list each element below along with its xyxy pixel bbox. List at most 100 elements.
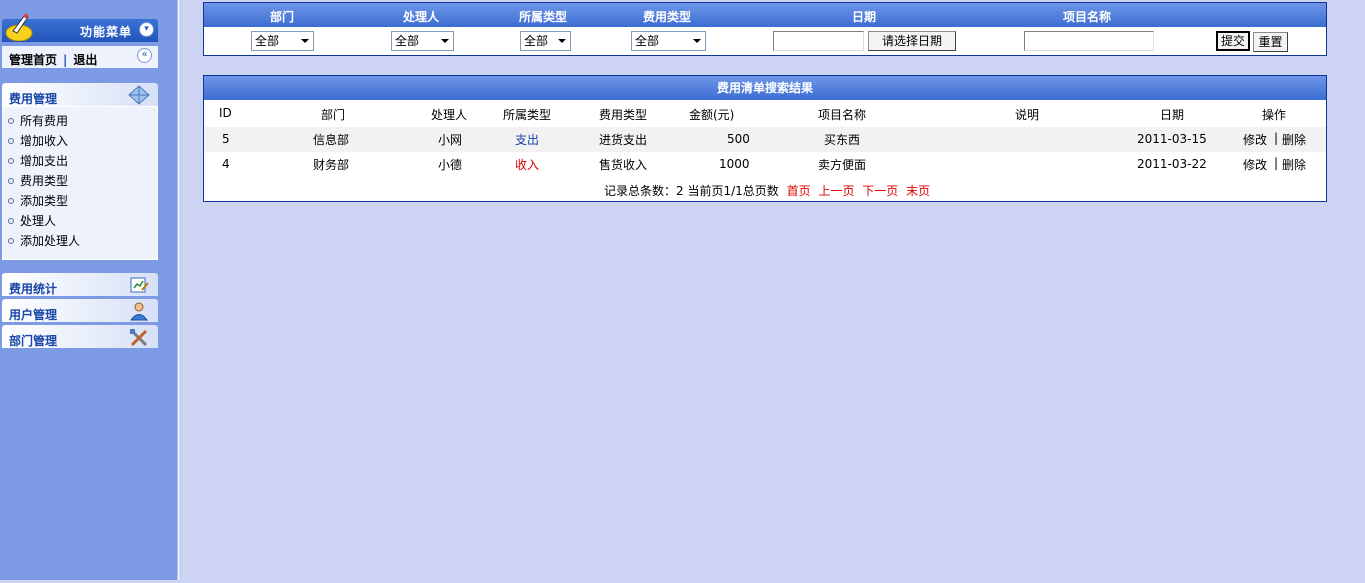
sidebar-item-label: 添加处理人 — [20, 234, 81, 248]
col-header-id: ID — [219, 106, 232, 120]
sidebar-item-label: 费用类型 — [20, 174, 69, 188]
department-select-value: 全部 — [255, 34, 280, 48]
group-department-management: 部门管理 — [2, 325, 158, 348]
bullet-icon — [8, 178, 14, 184]
first-page-link[interactable]: 首页 — [787, 184, 811, 198]
submit-button[interactable]: 提交 — [1216, 31, 1250, 51]
cell-id: 4 — [222, 157, 230, 171]
menu-toggle-icon[interactable]: ▾ — [139, 22, 154, 37]
chevron-down-icon — [693, 39, 701, 43]
handler-select[interactable]: 全部 — [391, 31, 454, 51]
sidebar-item-label: 所有费用 — [20, 114, 69, 128]
bullet-icon — [8, 198, 14, 204]
action-separator: | — [1274, 156, 1279, 170]
group-label: 部门管理 — [9, 334, 58, 348]
choose-date-button[interactable]: 请选择日期 — [868, 31, 956, 51]
group-fee-management: 费用管理 所有费用 增加收入 增加支出 费用类型 添加类型 处理人 添加处理人 — [2, 83, 158, 260]
chevron-down-icon — [441, 39, 449, 43]
sidebar-item-label: 增加支出 — [20, 154, 69, 168]
group-fee-statistics: 费用统计 — [2, 273, 158, 296]
broom-logo-icon — [5, 14, 33, 41]
group-department-management-header[interactable]: 部门管理 — [2, 325, 158, 348]
search-header-row: 部门 处理人 所属类型 费用类型 日期 项目名称 — [204, 3, 1326, 27]
header-category: 所属类型 — [519, 10, 568, 24]
search-panel: 部门 处理人 所属类型 费用类型 日期 项目名称 全部 全部 全部 全部 请选择… — [203, 2, 1327, 56]
bullet-icon — [8, 158, 14, 164]
sidebar-item-add-income[interactable]: 增加收入 — [3, 131, 157, 151]
cell-dept: 信息部 — [313, 133, 350, 147]
col-header-date: 日期 — [1160, 108, 1185, 122]
last-page-link[interactable]: 末页 — [906, 184, 930, 198]
admin-home-link[interactable]: 管理首页 — [9, 53, 57, 67]
cell-handler: 小网 — [438, 133, 463, 147]
col-header-amount: 金额(元) — [689, 108, 735, 122]
category-select[interactable]: 全部 — [520, 31, 571, 51]
cell-date: 2011-03-15 — [1137, 132, 1207, 146]
delete-link[interactable]: 删除 — [1282, 131, 1306, 148]
results-header-row: ID 部门 处理人 所属类型 费用类型 金额(元) 项目名称 说明 日期 操作 — [204, 100, 1326, 125]
department-select[interactable]: 全部 — [251, 31, 314, 51]
edit-link[interactable]: 修改 — [1243, 131, 1267, 148]
col-header-handler: 处理人 — [431, 108, 468, 122]
results-panel: 费用清单搜索结果 ID 部门 处理人 所属类型 费用类型 金额(元) 项目名称 … — [203, 75, 1327, 202]
bullet-icon — [8, 238, 14, 244]
date-input[interactable] — [773, 31, 864, 51]
table-row: 4 财务部 小德 收入 售货收入 1000 卖方便面 2011-03-22 修改… — [204, 152, 1326, 177]
group-fee-management-items: 所有费用 增加收入 增加支出 费用类型 添加类型 处理人 添加处理人 — [2, 106, 158, 260]
reset-button[interactable]: 重置 — [1253, 32, 1288, 52]
action-separator: | — [1274, 131, 1279, 145]
group-fee-statistics-header[interactable]: 费用统计 — [2, 273, 158, 296]
fee-type-select-value: 全部 — [635, 34, 660, 48]
tools-icon — [130, 329, 148, 347]
collapse-sidebar-icon[interactable]: « — [137, 48, 152, 63]
admin-separator: | — [63, 53, 68, 67]
fee-type-select[interactable]: 全部 — [631, 31, 706, 51]
pager-summary: 记录总条数：2 当前页1/1总页数 — [604, 184, 779, 198]
header-handler: 处理人 — [403, 10, 440, 24]
cell-dept: 财务部 — [313, 158, 350, 172]
col-header-dept: 部门 — [321, 108, 346, 122]
col-header-fee-type: 费用类型 — [599, 108, 648, 122]
sidebar-item-add-type[interactable]: 添加类型 — [3, 191, 157, 211]
sidebar-item-fee-types[interactable]: 费用类型 — [3, 171, 157, 191]
cell-project: 卖方便面 — [818, 158, 867, 172]
logout-link[interactable]: 退出 — [73, 53, 97, 67]
sidebar-item-all-fees[interactable]: 所有费用 — [3, 111, 157, 131]
header-department: 部门 — [270, 10, 295, 24]
chart-edit-icon — [130, 277, 149, 293]
sidebar-item-add-expense[interactable]: 增加支出 — [3, 151, 157, 171]
col-header-actions: 操作 — [1262, 108, 1287, 122]
category-select-value: 全部 — [524, 34, 549, 48]
handler-select-value: 全部 — [395, 34, 420, 48]
cell-handler: 小德 — [438, 158, 463, 172]
sidebar-item-add-handler[interactable]: 添加处理人 — [3, 231, 157, 251]
cell-id: 5 — [222, 132, 230, 146]
prev-page-link[interactable]: 上一页 — [818, 184, 854, 198]
bullet-icon — [8, 118, 14, 124]
pagination: 记录总条数：2 当前页1/1总页数 首页 上一页 下一页 末页 — [604, 182, 930, 199]
group-label: 费用统计 — [9, 282, 58, 296]
group-user-management-header[interactable]: 用户管理 — [2, 299, 158, 322]
chevron-down-icon — [558, 39, 566, 43]
menu-header: 功能菜单 ▾ — [2, 14, 158, 42]
group-fee-management-header[interactable]: 费用管理 — [2, 83, 158, 106]
sidebar-item-handlers[interactable]: 处理人 — [3, 211, 157, 231]
header-fee-type: 费用类型 — [643, 10, 692, 24]
header-date: 日期 — [852, 10, 877, 24]
bullet-icon — [8, 218, 14, 224]
edit-link[interactable]: 修改 — [1243, 156, 1267, 173]
project-input[interactable] — [1024, 31, 1154, 51]
cell-category: 支出 — [515, 133, 540, 147]
header-project: 项目名称 — [1063, 10, 1112, 24]
cell-project: 买东西 — [824, 133, 861, 147]
cell-date: 2011-03-22 — [1137, 157, 1207, 171]
col-header-category: 所属类型 — [503, 108, 552, 122]
col-header-project: 项目名称 — [818, 108, 867, 122]
cell-fee-type: 售货收入 — [599, 158, 648, 172]
sidebar-item-label: 添加类型 — [20, 194, 69, 208]
delete-link[interactable]: 删除 — [1282, 156, 1306, 173]
sidebar-item-label: 增加收入 — [20, 134, 69, 148]
cell-amount: 1000 — [719, 157, 750, 171]
next-page-link[interactable]: 下一页 — [862, 184, 898, 198]
sidebar-divider — [177, 0, 181, 580]
